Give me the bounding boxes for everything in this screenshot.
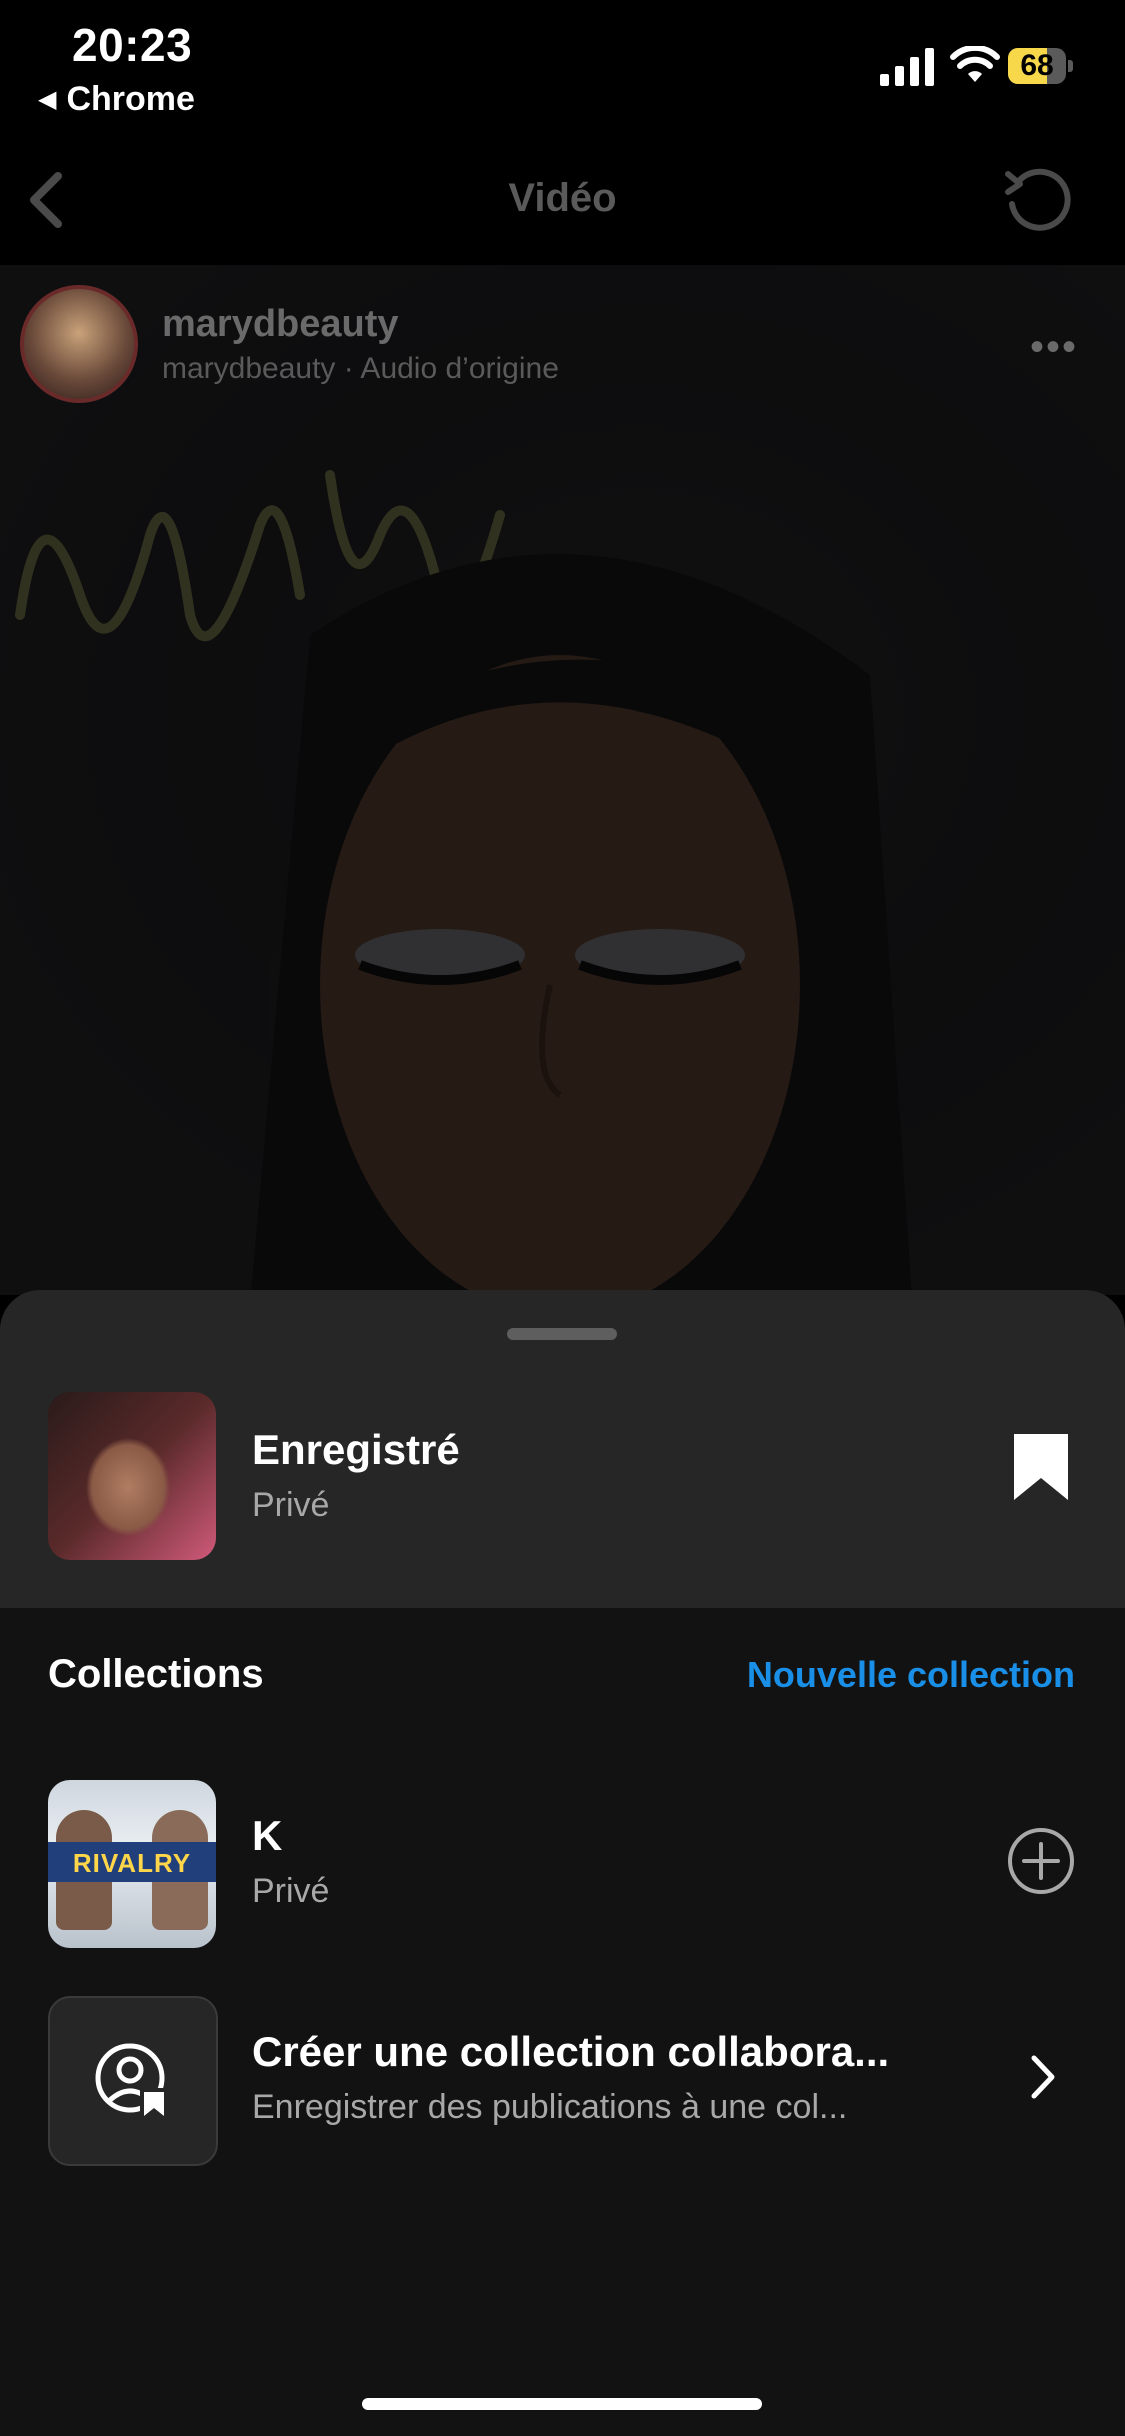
video-player[interactable]: marydbeauty marydbeauty · Audio d’origin… [0,265,1125,1295]
battery-body: 68 [1008,48,1066,84]
collab-collection-subtitle: Enregistrer des publications à une col..… [252,2088,848,2126]
author-avatar[interactable] [20,285,138,403]
page-title: Vidéo [508,176,617,220]
back-to-app-link[interactable]: ◀ Chrome [38,80,195,119]
video-dim-overlay [0,265,1125,1295]
author-name[interactable]: marydbeauty [162,303,559,346]
saved-section: Enregistré Privé [0,1290,1125,1608]
cellular-signal-icon [880,48,934,86]
sheet-drag-handle[interactable] [507,1328,617,1340]
collab-collection-icon [95,2043,166,2118]
more-horizontal-icon[interactable]: ••• [1030,325,1078,370]
saved-privacy: Privé [252,1486,330,1524]
battery-level: 68 [1020,49,1054,82]
new-collection-button[interactable]: Nouvelle collection [747,1654,1075,1696]
collection-privacy: Privé [252,1872,330,1910]
bookmark-filled-icon[interactable] [1012,1432,1070,1502]
home-indicator[interactable] [362,2398,762,2410]
author-audio[interactable]: marydbeauty · Audio d’origine [162,352,559,386]
collection-k-thumbnail[interactable]: RIVALRY [48,1780,216,1948]
battery-cap [1068,60,1073,72]
back-app-label: Chrome [66,80,195,118]
video-author[interactable]: marydbeauty marydbeauty · Audio d’origin… [20,285,559,403]
saved-title: Enregistré [252,1426,460,1473]
status-bar: 20:23 ◀ Chrome 68 [0,0,1125,120]
back-triangle-icon: ◀ [38,86,57,113]
save-bottom-sheet: Enregistré Privé Collections Nouvelle co… [0,1290,1125,2436]
collection-title[interactable]: K [252,1812,282,1860]
chevron-right-icon[interactable] [1030,2054,1056,2100]
thumb-text: RIVALRY [72,1848,192,1878]
top-nav: Vidéo [0,120,1125,265]
wifi-icon [950,46,1000,82]
saved-thumbnail [48,1392,216,1560]
refresh-icon[interactable] [1000,160,1080,240]
collab-collection-title[interactable]: Créer une collection collabora... [252,2028,962,2076]
battery-indicator: 68 [1008,48,1074,86]
collections-heading: Collections [48,1652,264,1696]
status-time: 20:23 [72,19,193,71]
add-circle-icon[interactable] [1006,1826,1076,1896]
collab-collection-thumbnail[interactable] [48,1996,218,2166]
